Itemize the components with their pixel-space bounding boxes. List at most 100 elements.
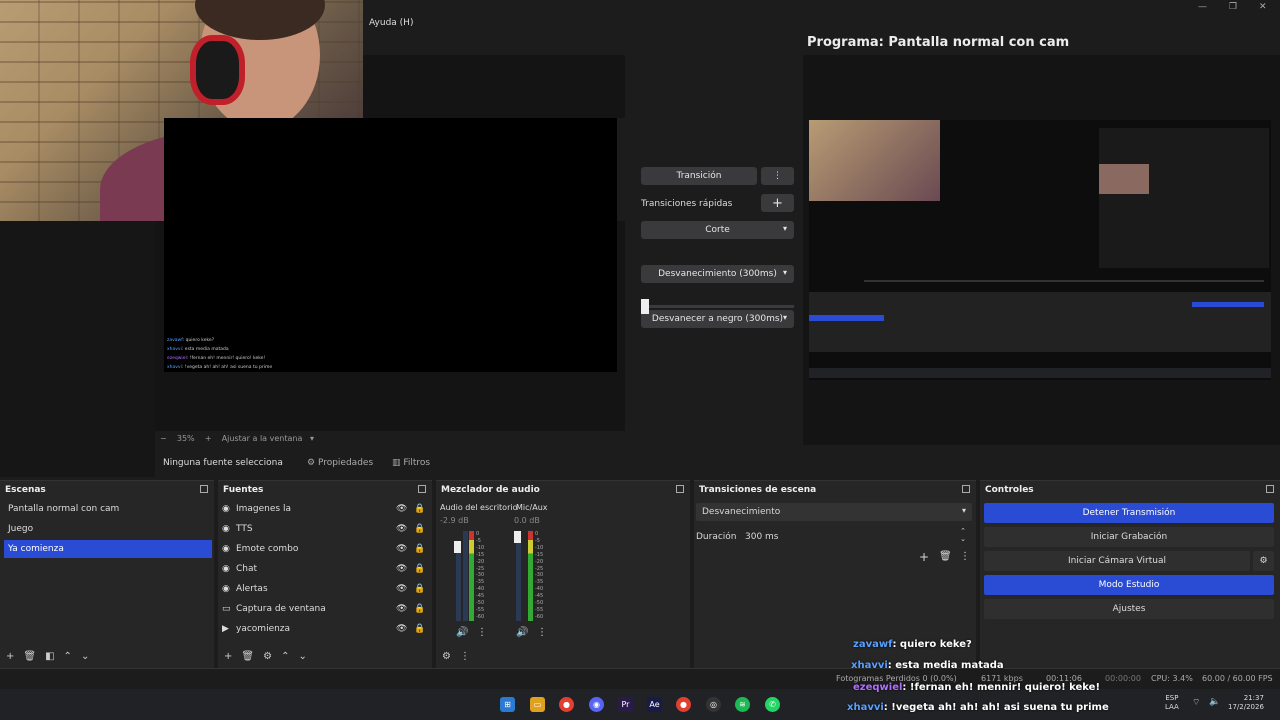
stop-streaming-button[interactable]: Detener Transmisión bbox=[984, 503, 1274, 523]
chrome-icon[interactable]: ● bbox=[676, 697, 691, 712]
preview-canvas[interactable]: zavawf: quiero keke? xhavvi: esta media … bbox=[164, 118, 617, 372]
eye-icon[interactable]: 👁 bbox=[396, 504, 407, 514]
language-indicator[interactable]: ESP LAA bbox=[1165, 694, 1179, 712]
maximize-icon[interactable]: ❐ bbox=[1229, 2, 1237, 12]
scene-transitions-title: Transiciones de escena bbox=[699, 485, 817, 495]
arrow-up-icon[interactable]: ⌃ bbox=[281, 651, 289, 662]
dock-menu-icon[interactable] bbox=[962, 485, 970, 493]
spotify-icon[interactable]: ≋ bbox=[735, 697, 750, 712]
speaker-icon[interactable]: 🔊 bbox=[516, 627, 528, 638]
fit-window-label[interactable]: Ajustar a la ventana bbox=[222, 434, 303, 443]
trash-icon[interactable]: 🗑 bbox=[241, 651, 254, 662]
quick-transition-fade[interactable]: Desvanecimiento (300ms) ▾ bbox=[641, 265, 794, 283]
source-type-icon: ◉ bbox=[222, 504, 230, 514]
lock-icon[interactable]: 🔒 bbox=[414, 544, 425, 554]
source-type-icon: ◉ bbox=[222, 584, 230, 594]
more-vertical-icon[interactable]: ⋮ bbox=[460, 651, 470, 662]
add-icon[interactable]: + bbox=[224, 651, 232, 662]
add-quick-transition-icon[interactable]: + bbox=[761, 194, 794, 212]
scene-item[interactable]: Pantalla normal con cam bbox=[4, 500, 212, 518]
eye-icon[interactable]: 👁 bbox=[396, 604, 407, 614]
filters-button[interactable]: ▥ Filtros bbox=[392, 458, 430, 468]
more-vertical-icon[interactable]: ⋮ bbox=[537, 627, 547, 638]
volume-slider-track[interactable] bbox=[516, 543, 521, 621]
quick-transition-fade-black[interactable]: Desvanecer a negro (300ms) ▾ bbox=[641, 310, 794, 328]
obs-icon[interactable]: ◎ bbox=[706, 697, 721, 712]
volume-slider-track[interactable] bbox=[456, 553, 461, 621]
tbar-handle[interactable] bbox=[641, 299, 649, 314]
preview-chat-line: xhavvi: esta media matada bbox=[167, 347, 229, 352]
zoom-in-icon[interactable]: + bbox=[205, 434, 212, 443]
dock-menu-icon[interactable] bbox=[418, 485, 426, 493]
source-item[interactable]: ◉ Imagenes la 👁 🔒 bbox=[222, 500, 428, 518]
transition-select[interactable]: Desvanecimiento ▾ bbox=[696, 503, 972, 521]
settings-button[interactable]: Ajustes bbox=[984, 599, 1274, 619]
properties-button[interactable]: ⚙ Propiedades bbox=[307, 458, 373, 468]
volume-slider-handle[interactable] bbox=[514, 531, 521, 543]
file-explorer-icon[interactable]: ▭ bbox=[530, 697, 545, 712]
chevron-down-icon[interactable]: ▾ bbox=[305, 434, 314, 443]
scene-item-selected[interactable]: Ya comienza bbox=[4, 540, 212, 558]
eye-icon[interactable]: 👁 bbox=[396, 544, 407, 554]
zoom-out-icon[interactable]: − bbox=[160, 434, 167, 443]
source-item[interactable]: ◉ Emote combo 👁 🔒 bbox=[222, 540, 428, 558]
menu-help[interactable]: Ayuda (H) bbox=[369, 18, 413, 28]
source-type-icon: ▭ bbox=[222, 604, 231, 614]
quick-transition-cut[interactable]: Corte ▾ bbox=[641, 221, 794, 239]
speaker-icon[interactable]: 🔊 bbox=[456, 627, 468, 638]
meter-tick: -20 bbox=[476, 558, 485, 565]
studio-mode-button[interactable]: Modo Estudio bbox=[984, 575, 1274, 595]
chrome-icon[interactable]: ● bbox=[559, 697, 574, 712]
lock-icon[interactable]: 🔒 bbox=[414, 604, 425, 614]
whatsapp-icon[interactable]: ✆ bbox=[765, 697, 780, 712]
close-icon[interactable]: ✕ bbox=[1259, 2, 1267, 12]
mixer-settings-icon[interactable]: ⚙ bbox=[442, 651, 451, 662]
discord-icon[interactable]: ◉ bbox=[589, 697, 604, 712]
trash-icon[interactable]: 🗑 bbox=[23, 651, 36, 662]
source-item[interactable]: ◉ TTS 👁 🔒 bbox=[222, 520, 428, 538]
source-item[interactable]: ◉ Alertas 👁 🔒 bbox=[222, 580, 428, 598]
duration-field[interactable]: 300 ms ⌃ ⌄ bbox=[740, 527, 972, 545]
arrow-down-icon[interactable]: ⌄ bbox=[298, 651, 306, 662]
meter-tick: -15 bbox=[535, 551, 544, 558]
volume-slider-handle[interactable] bbox=[454, 541, 461, 553]
preview-chat-line: xhavvi: !vegeta ah! ah! ah! asi suena tu… bbox=[167, 365, 273, 370]
eye-icon[interactable]: 👁 bbox=[396, 564, 407, 574]
source-item[interactable]: ▶ yacomienza 👁 🔒 bbox=[222, 620, 428, 638]
gear-icon[interactable]: ⚙ bbox=[263, 651, 272, 662]
filter-icon[interactable]: ◧ bbox=[45, 651, 54, 662]
start-virtualcam-button[interactable]: Iniciar Cámara Virtual bbox=[984, 551, 1250, 571]
more-vertical-icon[interactable]: ⋮ bbox=[960, 551, 970, 562]
more-vertical-icon[interactable]: ⋮ bbox=[761, 167, 794, 185]
more-vertical-icon[interactable]: ⋮ bbox=[477, 627, 487, 638]
start-recording-button[interactable]: Iniciar Grabación bbox=[984, 527, 1274, 547]
lock-icon[interactable]: 🔒 bbox=[414, 524, 425, 534]
arrow-up-icon[interactable]: ⌃ bbox=[64, 651, 72, 662]
minimize-icon[interactable]: — bbox=[1198, 2, 1207, 12]
source-item[interactable]: ◉ Chat 👁 🔒 bbox=[222, 560, 428, 578]
source-item[interactable]: ▭ Captura de ventana 👁 🔒 bbox=[222, 600, 428, 618]
windows-start-icon[interactable]: ⊞ bbox=[500, 697, 515, 712]
dock-menu-icon[interactable] bbox=[1266, 485, 1274, 493]
scene-item[interactable]: Juego bbox=[4, 520, 212, 538]
lock-icon[interactable]: 🔒 bbox=[414, 624, 425, 634]
gear-icon[interactable]: ⚙ bbox=[1253, 551, 1274, 571]
arrow-down-icon[interactable]: ⌄ bbox=[81, 651, 89, 662]
lock-icon[interactable]: 🔒 bbox=[414, 564, 425, 574]
eye-icon[interactable]: 👁 bbox=[396, 584, 407, 594]
eye-icon[interactable]: 👁 bbox=[396, 624, 407, 634]
lock-icon[interactable]: 🔒 bbox=[414, 584, 425, 594]
trash-icon[interactable]: 🗑 bbox=[939, 551, 952, 562]
volume-icon[interactable]: 🔈 bbox=[1209, 697, 1220, 707]
after-effects-icon[interactable]: Ae bbox=[647, 697, 662, 712]
add-icon[interactable]: + bbox=[919, 550, 929, 564]
wifi-icon[interactable]: ⌔ bbox=[1192, 697, 1200, 708]
clock[interactable]: 21:37 17/2/2026 bbox=[1228, 694, 1264, 712]
dock-menu-icon[interactable] bbox=[200, 485, 208, 493]
transition-button[interactable]: Transición bbox=[641, 167, 757, 185]
add-icon[interactable]: + bbox=[6, 651, 14, 662]
lock-icon[interactable]: 🔒 bbox=[414, 504, 425, 514]
dock-menu-icon[interactable] bbox=[676, 485, 684, 493]
eye-icon[interactable]: 👁 bbox=[396, 524, 407, 534]
premiere-icon[interactable]: Pr bbox=[618, 697, 633, 712]
